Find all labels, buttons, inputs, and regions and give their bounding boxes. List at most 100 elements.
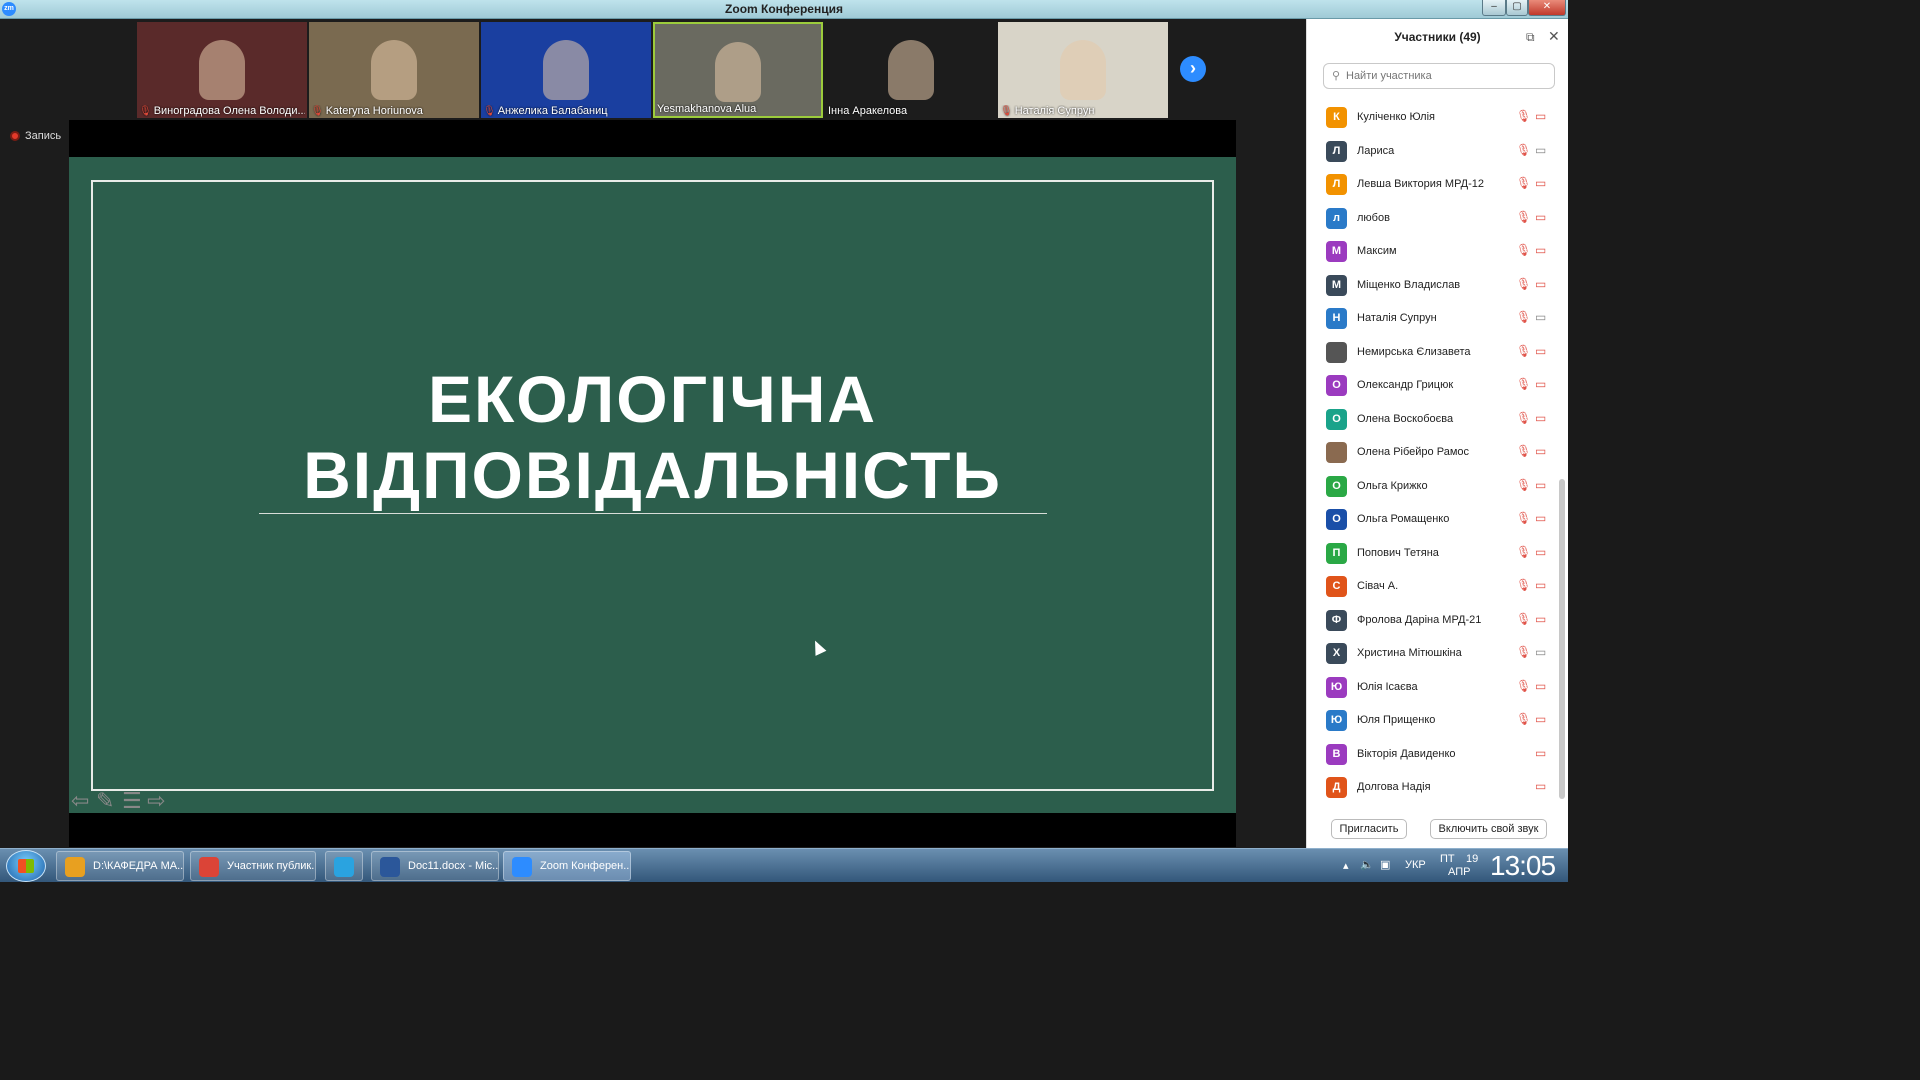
video-on-icon: ▭ [1535, 142, 1547, 157]
participant-name: Долгова Надія [1357, 781, 1431, 793]
minimize-button[interactable]: – [1482, 0, 1506, 16]
participant-row[interactable]: О Ольга Крижко 🎙 ▭ [1307, 470, 1557, 503]
clock[interactable]: 13:05 [1490, 850, 1556, 882]
video-off-icon: ▭ [1535, 511, 1547, 525]
mic-muted-icon: 🎙 [1516, 678, 1532, 693]
participant-name: Юля Прищенко [1357, 714, 1436, 726]
next-page-button[interactable]: › [1180, 56, 1206, 82]
participant-row[interactable]: Олена Рібейро Рамос 🎙 ▭ [1307, 436, 1557, 469]
taskbar-item[interactable]: Участник публик... [190, 851, 316, 881]
window-title: Zoom Конференция [725, 2, 843, 16]
avatar: М [1326, 274, 1347, 296]
video-tile-name: 🎙 Анжелика Балабаниц [483, 105, 649, 117]
video-tile[interactable]: 🎙 Наталія Супрун [998, 22, 1168, 118]
participant-row[interactable]: Ф Фролова Даріна МРД-21 🎙 ▭ [1307, 604, 1557, 637]
participant-row[interactable]: Л Лариса 🎙 ▭ [1307, 135, 1557, 168]
avatar: Л [1326, 140, 1347, 162]
record-icon [10, 131, 20, 141]
close-window-button[interactable]: ✕ [1528, 0, 1566, 16]
participant-row[interactable]: В Вікторія Давиденко ▭ [1307, 738, 1557, 771]
video-tile[interactable]: 🎙 Kateryna Horiunova [309, 22, 479, 118]
video-tile-name: 🎙 Наталія Супрун [1000, 105, 1166, 117]
video-off-icon: ▭ [1535, 779, 1547, 793]
language-indicator[interactable]: УКР [1405, 859, 1426, 871]
video-off-icon: ▭ [1535, 544, 1547, 559]
participant-row[interactable]: П Попович Тетяна 🎙 ▭ [1307, 537, 1557, 570]
avatar: С [1326, 576, 1347, 597]
participant-row[interactable]: Л Левша Виктория МРД-12 🎙 ▭ [1307, 168, 1557, 201]
taskbar-item-label: D:\КАФЕДРА МА... [93, 860, 184, 872]
avatar: Ю [1326, 676, 1347, 698]
windows-logo-icon [18, 859, 34, 873]
maximize-button[interactable]: ▢ [1506, 0, 1528, 16]
participant-name: Вікторія Давиденко [1357, 747, 1456, 760]
participant-row[interactable]: М Максим 🎙 ▭ [1307, 235, 1557, 268]
taskbar-item[interactable]: Zoom Конферен... [503, 851, 631, 881]
taskbar-item-label: Doc11.docx - Mic... [408, 860, 499, 872]
participant-name: Немирська Єлизавета [1357, 345, 1471, 358]
participant-row[interactable]: Немирська Єлизавета 🎙 ▭ [1307, 336, 1557, 369]
slide-menu-icon[interactable]: ☰ [122, 788, 142, 813]
network-icon[interactable]: ▣ [1380, 858, 1390, 871]
participant-row[interactable]: Н Наталія Супрун 🎙 ▭ [1307, 302, 1557, 335]
mic-muted-icon: 🎙 [1516, 310, 1532, 324]
participant-row[interactable]: К Куліченко Юлія 🎙 ▭ [1307, 101, 1557, 134]
avatar [1326, 442, 1347, 463]
video-tile[interactable]: 🎙 Анжелика Балабаниц [481, 22, 651, 118]
window-titlebar: zm Zoom Конференция – ▢ ✕ [0, 0, 1568, 19]
mic-muted-icon: 🎙 [1516, 243, 1532, 257]
month-label: АПР [1448, 866, 1471, 878]
pen-icon[interactable]: ✎ [96, 788, 114, 813]
video-tile[interactable]: Yesmakhanova Alua [653, 22, 823, 118]
participant-row[interactable]: л любов 🎙 ▭ [1307, 202, 1557, 235]
participant-name: Сівач А. [1357, 580, 1399, 592]
participant-row[interactable]: О Ольга Ромащенко 🎙 ▭ [1307, 503, 1557, 536]
prev-slide-icon[interactable]: ⇦ [71, 788, 89, 813]
video-on-icon: ▭ [1535, 310, 1547, 324]
popout-icon[interactable]: ⧉ [1526, 30, 1535, 45]
participant-name: Олександр Грицюк [1357, 379, 1454, 391]
avatar: К [1326, 107, 1347, 128]
scrollbar-thumb[interactable] [1559, 479, 1565, 799]
participant-search-input[interactable] [1346, 66, 1546, 86]
participant-row[interactable]: Ю Юля Прищенко 🎙 ▭ [1307, 704, 1557, 737]
video-off-icon: ▭ [1535, 477, 1547, 492]
participant-name: Юлія Ісаєва [1357, 680, 1418, 693]
mic-muted-icon: 🎙 [1516, 712, 1532, 726]
participant-row[interactable]: С Сівач А. 🎙 ▭ [1307, 570, 1557, 603]
participant-name: Ольга Ромащенко [1357, 513, 1450, 525]
participant-row[interactable]: Ю Юлія Ісаєва 🎙 ▭ [1307, 671, 1557, 704]
volume-icon[interactable]: 🔈 [1360, 858, 1374, 871]
video-tile-name: 🎙 Kateryna Horiunova [311, 105, 477, 117]
participant-row[interactable]: О Олександр Грицюк 🎙 ▭ [1307, 369, 1557, 402]
tray-arrow-icon[interactable]: ▴ [1343, 859, 1349, 872]
participant-row[interactable]: Д Долгова Надія ▭ [1307, 771, 1557, 804]
participant-list-scrollbar[interactable] [1559, 99, 1565, 809]
unmute-self-button[interactable]: Включить свой звук [1430, 819, 1547, 839]
start-button[interactable] [6, 850, 46, 882]
mic-muted-icon: 🎙 [311, 106, 324, 117]
avatar: О [1326, 375, 1347, 396]
taskbar-item[interactable] [325, 851, 363, 881]
participant-row[interactable]: Х Христина Мітюшкіна 🎙 ▭ [1307, 637, 1557, 670]
taskbar-item[interactable]: Doc11.docx - Mic... [371, 851, 499, 881]
participant-name: Виноградова Олена Володи... [153, 105, 305, 117]
mic-muted-icon: 🎙 [1516, 444, 1532, 458]
participant-name: Максим [1357, 245, 1397, 257]
invite-button[interactable]: Пригласить [1331, 819, 1407, 839]
participant-video [543, 40, 589, 100]
taskbar-item[interactable]: D:\КАФЕДРА МА... [56, 851, 184, 881]
slide-title-line-2: ВІДПОВІДАЛЬНІСТЬ [303, 438, 1002, 512]
telegram-icon [334, 857, 354, 877]
participant-row[interactable]: О Олена Воскобоєва 🎙 ▭ [1307, 403, 1557, 436]
video-tile[interactable]: Інна Аракелова [826, 22, 996, 118]
video-tile[interactable]: 🎙 Виноградова Олена Володи... [137, 22, 307, 118]
recording-label: Запись [25, 130, 62, 142]
video-off-icon: ▭ [1535, 745, 1547, 760]
taskbar-item-label: Участник публик... [227, 860, 316, 872]
next-slide-icon[interactable]: ⇨ [147, 788, 165, 813]
participant-video [888, 40, 934, 100]
participant-row[interactable]: М Міщенко Владислав 🎙 ▭ [1307, 269, 1557, 302]
close-panel-icon[interactable]: ✕ [1548, 28, 1560, 45]
participant-search[interactable]: ⚲ [1323, 63, 1555, 89]
